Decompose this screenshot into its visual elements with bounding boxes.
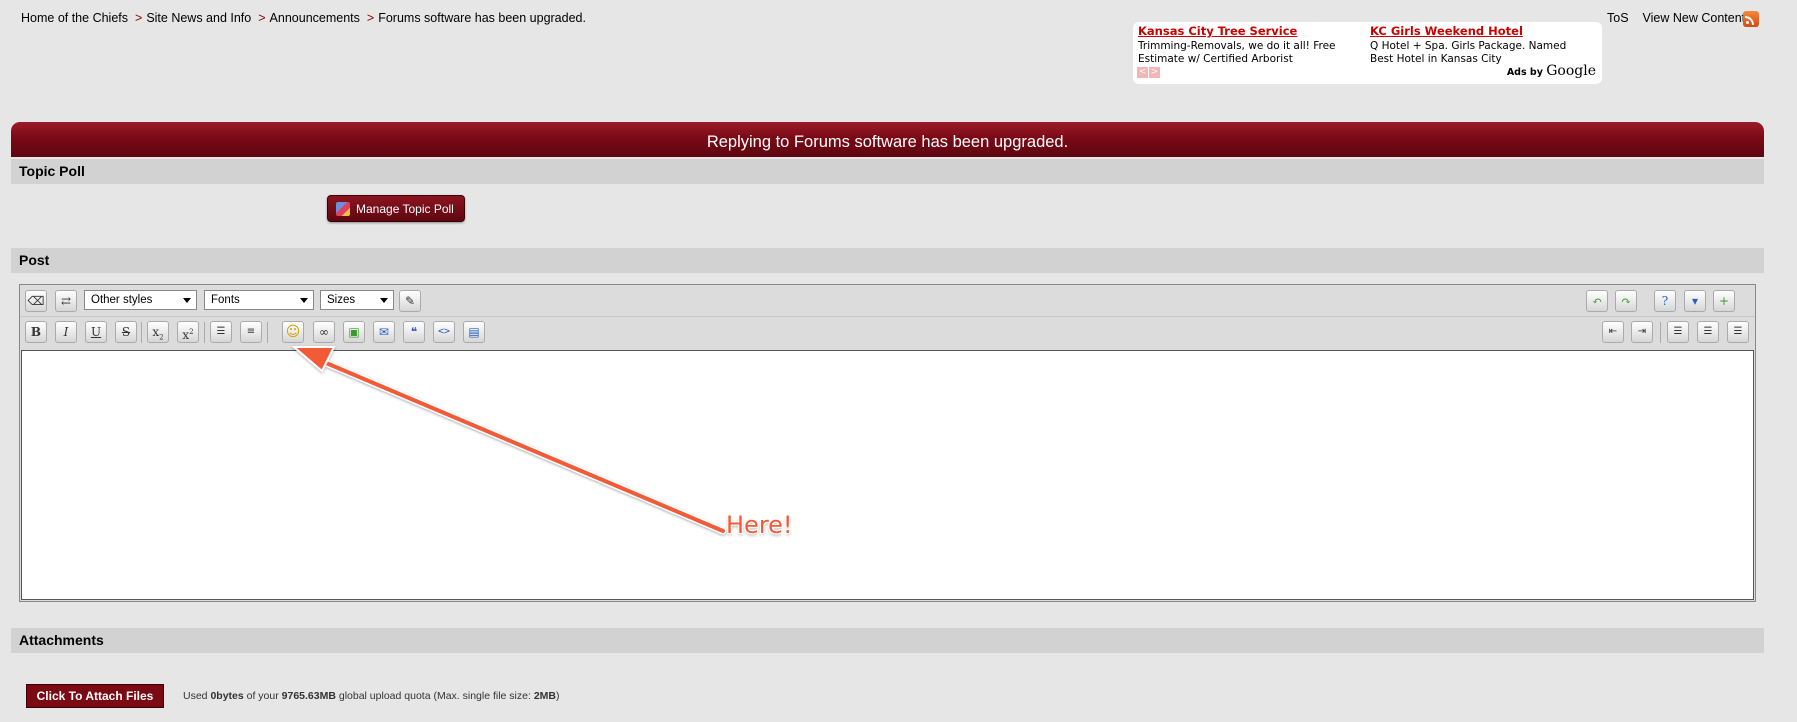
indent-icon[interactable]: ⇥ bbox=[1631, 321, 1653, 343]
ad-next-button[interactable]: > bbox=[1149, 67, 1160, 78]
editor-toolbar-top: ⌫ ⇄ Other styles Fonts Sizes ✎ ↶ ↷ ? ▾ + bbox=[20, 285, 1755, 316]
toggle-editor-icon[interactable]: ⇄ bbox=[55, 290, 77, 312]
sizes-select[interactable]: Sizes bbox=[320, 290, 394, 310]
fonts-select[interactable]: Fonts bbox=[204, 290, 314, 310]
breadcrumb: Home of the Chiefs > Site News and Info > An… bbox=[21, 11, 586, 25]
subscript-icon[interactable]: x2 bbox=[147, 321, 169, 343]
annotation-label: Here! bbox=[726, 511, 793, 539]
post-body-textarea[interactable] bbox=[21, 350, 1754, 600]
attach-files-button[interactable]: Click To Attach Files bbox=[26, 684, 164, 708]
quota-mid: of your bbox=[243, 690, 282, 702]
align-left-icon[interactable]: ☰ bbox=[1667, 321, 1689, 343]
ad-prev-button[interactable]: < bbox=[1137, 67, 1148, 78]
toolbar-divider bbox=[141, 322, 142, 343]
toolbar-divider bbox=[1660, 322, 1661, 343]
strikethrough-icon[interactable]: S bbox=[115, 321, 137, 343]
topic-poll-title: Topic Poll bbox=[19, 163, 85, 179]
quote-icon[interactable]: ❝ bbox=[403, 321, 425, 343]
rss-icon[interactable] bbox=[1743, 11, 1759, 27]
attachments-header: Attachments bbox=[11, 628, 1764, 653]
quota-mid2: global upload quota (Max. single file si… bbox=[335, 690, 534, 702]
breadcrumb-home[interactable]: Home of the Chiefs bbox=[21, 11, 128, 25]
numbered-list-icon[interactable]: ≡ bbox=[240, 321, 262, 343]
breadcrumb-site-news[interactable]: Site News and Info bbox=[146, 11, 251, 25]
ad-text: Trimming-Removals, we do it all! Free Es… bbox=[1138, 40, 1336, 65]
ads-by-google[interactable]: Ads by Google bbox=[1507, 63, 1596, 79]
breadcrumb-separator: > bbox=[366, 11, 375, 25]
topic-poll-header: Topic Poll bbox=[11, 159, 1764, 184]
breadcrumb-announcements[interactable]: Announcements bbox=[270, 11, 360, 25]
special-media-icon[interactable]: ▤ bbox=[463, 321, 485, 343]
ad-title[interactable]: KC Girls Weekend Hotel bbox=[1370, 25, 1590, 38]
top-links: ToS View New Content bbox=[1607, 11, 1759, 25]
remove-format-icon[interactable]: ⌫ bbox=[25, 290, 47, 312]
ad-text: Q Hotel + Spa. Girls Package. Named Best… bbox=[1370, 40, 1567, 65]
poll-icon bbox=[336, 201, 350, 216]
outdent-icon[interactable]: ⇤ bbox=[1602, 321, 1624, 343]
rich-text-editor: ⌫ ⇄ Other styles Fonts Sizes ✎ ↶ ↷ ? ▾ +… bbox=[19, 284, 1756, 602]
view-new-content-link[interactable]: View New Content bbox=[1643, 11, 1746, 25]
underline-icon[interactable]: U bbox=[85, 321, 107, 343]
breadcrumb-separator: > bbox=[258, 11, 266, 25]
google-logo: Google bbox=[1546, 63, 1596, 79]
post-title: Post bbox=[19, 252, 50, 268]
help-icon[interactable]: ? bbox=[1654, 290, 1676, 312]
attachments-title: Attachments bbox=[19, 632, 104, 648]
email-icon[interactable]: ✉ bbox=[373, 321, 395, 343]
manage-topic-poll-label: Manage Topic Poll bbox=[356, 202, 454, 216]
toolbar-divider bbox=[267, 322, 268, 343]
emoticon-icon[interactable]: ☺ bbox=[282, 321, 304, 343]
manage-topic-poll-button[interactable]: Manage Topic Poll bbox=[327, 195, 465, 222]
image-icon[interactable]: ▣ bbox=[343, 321, 365, 343]
breadcrumb-current: Forums software has been upgraded. bbox=[378, 11, 586, 25]
reply-header: Replying to Forums software has been upg… bbox=[11, 122, 1764, 157]
breadcrumb-separator: > bbox=[135, 11, 143, 25]
quota-end: ) bbox=[556, 690, 560, 702]
quota-max: 2MB bbox=[533, 690, 556, 702]
bullet-list-icon[interactable]: ☰ bbox=[210, 321, 232, 343]
link-icon[interactable]: ∞ bbox=[313, 321, 335, 343]
toolbar-divider bbox=[204, 322, 205, 343]
quota-total: 9765.63MB bbox=[281, 690, 336, 702]
google-ads-box: Kansas City Tree Service Trimming-Remova… bbox=[1133, 22, 1602, 84]
ad-girls-weekend[interactable]: KC Girls Weekend Hotel Q Hotel + Spa. Gi… bbox=[1370, 25, 1590, 66]
ads-by-label: Ads by bbox=[1506, 67, 1543, 78]
ad-title[interactable]: Kansas City Tree Service bbox=[1138, 25, 1358, 38]
text-color-icon[interactable]: ✎ bbox=[399, 290, 421, 312]
tos-link[interactable]: ToS bbox=[1607, 11, 1629, 25]
save-icon[interactable]: + bbox=[1713, 290, 1735, 312]
editor-toolbar-format: B I U S x2 x2 ☰ ≡ ☺ ∞ ▣ ✉ ❝ <> ▤ ⇤ ⇥ ☰ ☰… bbox=[20, 316, 1755, 348]
align-right-icon[interactable]: ☰ bbox=[1727, 321, 1749, 343]
align-center-icon[interactable]: ☰ bbox=[1697, 321, 1719, 343]
code-icon[interactable]: <> bbox=[433, 321, 455, 343]
ad-tree-service[interactable]: Kansas City Tree Service Trimming-Remova… bbox=[1138, 25, 1358, 66]
italic-icon[interactable]: I bbox=[55, 321, 77, 343]
ad-nav: < > bbox=[1137, 65, 1161, 78]
post-header: Post bbox=[11, 248, 1764, 273]
quota-prefix: Used bbox=[183, 690, 211, 702]
other-styles-select[interactable]: Other styles bbox=[84, 290, 197, 310]
redo-icon[interactable]: ↷ bbox=[1615, 290, 1637, 312]
superscript-icon[interactable]: x2 bbox=[177, 321, 199, 343]
upload-quota-text: Used 0bytes of your 9765.63MB global upl… bbox=[183, 690, 560, 702]
bold-icon[interactable]: B bbox=[25, 321, 47, 343]
undo-icon[interactable]: ↶ bbox=[1586, 290, 1608, 312]
restore-icon[interactable]: ▾ bbox=[1684, 290, 1706, 312]
quota-used: 0bytes bbox=[210, 690, 244, 702]
